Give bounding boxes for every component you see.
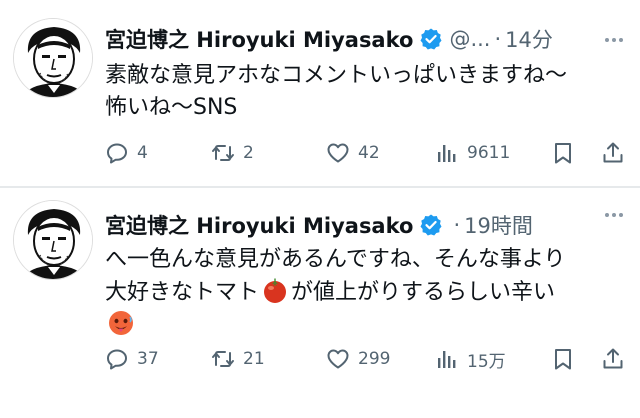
tweet-text-line: へ一色んな意見があるんですね、そんな事より (105, 247, 566, 272)
reply-button[interactable]: 37 (105, 344, 159, 374)
views-chart-icon (435, 347, 459, 371)
like-button[interactable]: 42 (326, 138, 380, 168)
like-count: 42 (358, 143, 380, 163)
separator-dot: · (453, 213, 461, 237)
tweet-2[interactable]: 宮迫博之 Hiroyuki Miyasako · 19時間 へ一色んな意見がある… (0, 188, 640, 418)
tweet-text: 素敵な意見アホなコメントいっぱいきますね〜 怖いね〜SNS (105, 60, 630, 124)
view-count: 9611 (467, 143, 511, 163)
retweet-count: 21 (243, 349, 265, 369)
reply-count: 4 (137, 143, 148, 163)
retweet-icon (211, 141, 235, 165)
tweet-text-line: 怖いね〜SNS (105, 95, 238, 120)
bookmark-button[interactable] (551, 344, 575, 374)
heart-icon (326, 347, 350, 371)
bookmark-icon (551, 141, 575, 165)
bookmark-button[interactable] (551, 138, 575, 168)
retweet-icon (211, 347, 235, 371)
author-name[interactable]: 宮迫博之 Hiroyuki Miyasako (105, 24, 413, 54)
reply-icon (105, 347, 129, 371)
more-dots-icon[interactable] (602, 28, 626, 52)
views-button[interactable]: 15万 (435, 344, 506, 374)
separator-dot: · (494, 27, 502, 51)
reply-button[interactable]: 4 (105, 138, 148, 168)
retweet-button[interactable]: 2 (211, 138, 254, 168)
tomato-emoji (264, 278, 287, 303)
tweet-text-segment: 大好きなトマト (105, 280, 260, 305)
author-name[interactable]: 宮迫博之 Hiroyuki Miyasako (105, 210, 413, 240)
verified-badge-icon (419, 213, 443, 237)
tweet-text-line (105, 309, 630, 342)
reply-count: 37 (137, 349, 159, 369)
tweet-header: 宮迫博之 Hiroyuki Miyasako · 19時間 (105, 208, 533, 242)
bookmark-icon (551, 347, 575, 371)
more-dots-icon[interactable] (602, 203, 626, 227)
retweet-count: 2 (243, 143, 254, 163)
verified-badge-icon (419, 27, 443, 51)
author-handle[interactable]: @... (449, 27, 490, 51)
tweet-text-segment: が値上がりするらしい辛い (291, 280, 556, 305)
share-icon (601, 141, 625, 165)
heart-icon (326, 141, 350, 165)
like-button[interactable]: 299 (326, 344, 390, 374)
avatar[interactable] (13, 18, 93, 98)
timestamp[interactable]: 14分 (505, 24, 553, 54)
action-bar: 37 21 299 15万 (105, 344, 625, 374)
avatar[interactable] (13, 200, 93, 280)
tweet-1[interactable]: 宮迫博之 Hiroyuki Miyasako @... · 14分 素敵な意見ア… (0, 0, 640, 186)
action-bar: 4 2 42 9611 (105, 138, 625, 168)
share-icon (601, 347, 625, 371)
reply-icon (105, 141, 129, 165)
tweet-text: へ一色んな意見があるんですね、そんな事より 大好きなトマト が値上がりするらしい… (105, 244, 630, 342)
tweet-text-line: 素敵な意見アホなコメントいっぱいきますね〜 (105, 63, 568, 88)
retweet-button[interactable]: 21 (211, 344, 265, 374)
tweet-text-line: 大好きなトマト が値上がりするらしい辛い (105, 276, 630, 309)
hot-face-emoji (109, 311, 133, 335)
like-count: 299 (358, 349, 391, 369)
timestamp[interactable]: 19時間 (464, 210, 533, 240)
share-button[interactable] (601, 138, 625, 168)
views-chart-icon (435, 141, 459, 165)
share-button[interactable] (601, 344, 625, 374)
views-button[interactable]: 9611 (435, 138, 510, 168)
view-count: 15万 (467, 351, 506, 372)
tweet-header: 宮迫博之 Hiroyuki Miyasako @... · 14分 (105, 22, 553, 56)
